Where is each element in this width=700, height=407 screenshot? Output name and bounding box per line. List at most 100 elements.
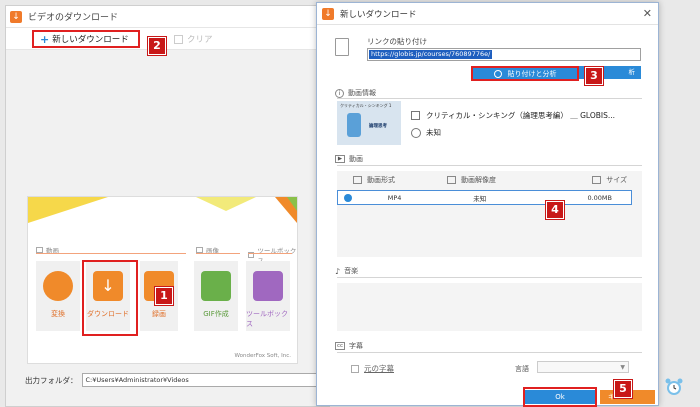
output-folder-label: 出力フォルダ： xyxy=(25,375,78,385)
category-divider xyxy=(248,253,292,254)
new-download-label: 新しいダウンロード xyxy=(52,35,129,45)
video-title-row: クリティカル・シンキング（論理思考編） ＿ GLOBIS... xyxy=(411,110,615,121)
url-input[interactable]: https://globis.jp/courses/76089776e/ xyxy=(367,48,641,61)
convert-icon xyxy=(43,271,73,301)
video-section: ▶ 動画 xyxy=(335,154,363,164)
decor-triangle xyxy=(196,197,256,211)
header-size-label: サイズ xyxy=(606,176,627,184)
tile-toolbox-label: ツールボックス xyxy=(246,310,288,328)
ok-button-highlight xyxy=(523,387,597,407)
toolbox-tile-icon xyxy=(253,271,283,301)
output-folder-input[interactable]: C:¥Users¥Administrator¥Videos xyxy=(81,373,322,387)
new-download-button[interactable]: + 新しいダウンロード xyxy=(32,30,140,48)
info-icon: i xyxy=(335,88,344,98)
paste-link-label: リンクの貼り付け xyxy=(367,37,427,46)
step-badge-4: 4 xyxy=(545,200,565,220)
music-icon: ♪ xyxy=(335,266,341,276)
video-duration-row: 未知 xyxy=(411,127,441,138)
main-toolbar: + 新しいダウンロード クリア xyxy=(6,28,329,50)
search-icon xyxy=(493,69,502,78)
document-icon xyxy=(411,111,420,120)
video-info-section: i 動画情報 xyxy=(335,88,376,98)
gif-icon xyxy=(201,271,231,301)
dialog-title-bar: ↓ 新しいダウンロード xyxy=(317,3,658,25)
main-title-bar: ↓ ビデオのダウンロード xyxy=(6,6,329,28)
row-resolution: 未知 xyxy=(473,194,487,203)
audio-section: ♪ 音楽 xyxy=(335,266,358,276)
brand-label: WonderFox Soft, Inc. xyxy=(234,353,292,359)
clock-icon xyxy=(411,127,421,138)
video-title: クリティカル・シンキング（論理思考編） ＿ GLOBIS... xyxy=(426,111,615,120)
step-badge-1: 1 xyxy=(154,286,174,306)
link-document-icon xyxy=(335,38,349,56)
new-download-dialog: ↓ 新しいダウンロード ✕ リンクの貼り付け https://globis.jp… xyxy=(316,2,659,407)
video-duration: 未知 xyxy=(426,128,441,137)
tile-convert[interactable]: 変換 xyxy=(36,261,80,331)
close-icon[interactable]: ✕ xyxy=(643,7,652,20)
tile-record-label: 録画 xyxy=(152,310,166,318)
checkmark-icon[interactable] xyxy=(344,193,352,202)
decor-triangle xyxy=(287,197,297,211)
download-tile-highlight xyxy=(82,260,138,336)
category-divider xyxy=(36,253,186,254)
tile-gif-label: GIF作成 xyxy=(203,310,229,318)
header-format: 動画形式 xyxy=(337,175,447,185)
tile-convert-label: 変換 xyxy=(51,310,65,318)
section-divider xyxy=(337,98,642,99)
chevron-down-icon: ▼ xyxy=(620,364,625,371)
main-window-title: ビデオのダウンロード xyxy=(28,13,119,23)
section-divider xyxy=(337,352,642,353)
video-format-table: 動画形式 動画解像度 サイズ MP4 未知 0.00MB xyxy=(337,171,642,257)
original-subtitle-option[interactable]: 元の字幕 xyxy=(351,363,394,374)
video-thumbnail: クリティカル・シンキング 1 論理思考 xyxy=(337,101,401,145)
language-select[interactable]: ▼ xyxy=(537,361,629,373)
subtitle-section-label: 字幕 xyxy=(349,342,363,350)
header-resolution-label: 動画解像度 xyxy=(461,176,496,184)
thumbnail-figure xyxy=(347,113,361,137)
format-icon xyxy=(353,176,362,184)
cc-icon: cc xyxy=(335,342,345,350)
table-row[interactable]: MP4 未知 0.00MB xyxy=(337,190,632,205)
original-subtitle-label: 元の字幕 xyxy=(364,364,394,373)
clear-icon xyxy=(174,34,183,44)
size-icon xyxy=(592,176,602,184)
step-badge-3: 3 xyxy=(584,66,604,86)
section-divider xyxy=(337,277,642,278)
url-value: https://globis.jp/courses/76089776e/ xyxy=(369,50,493,59)
clear-label: クリア xyxy=(187,35,213,45)
welcome-card: 動画 画像 ツールボックス 変換 ↓ ダウンロード 録画 GIF作成 ツールボッ… xyxy=(27,196,298,364)
paste-and-analyze-label: 貼り付けと分析 xyxy=(507,69,557,78)
header-format-label: 動画形式 xyxy=(367,176,395,184)
table-header: 動画形式 動画解像度 サイズ xyxy=(337,171,642,189)
row-format: MP4 xyxy=(387,193,402,202)
audio-section-label: 音楽 xyxy=(344,267,359,275)
section-divider xyxy=(337,165,642,166)
output-folder-row: 出力フォルダ： C:¥Users¥Administrator¥Videos xyxy=(25,373,322,387)
decor-triangle xyxy=(28,197,108,223)
clear-button[interactable]: クリア xyxy=(174,33,213,45)
alarm-clock-icon[interactable] xyxy=(664,377,684,397)
category-divider xyxy=(196,253,240,254)
dialog-title: 新しいダウンロード xyxy=(340,9,417,20)
tile-gif[interactable]: GIF作成 xyxy=(194,261,238,331)
header-resolution: 動画解像度 xyxy=(447,175,557,185)
audio-table xyxy=(337,283,642,331)
thumbnail-caption: クリティカル・シンキング 1 xyxy=(340,103,392,108)
download-app-icon: ↓ xyxy=(10,10,22,23)
subtitle-section: cc 字幕 xyxy=(335,341,363,351)
step-badge-5: 5 xyxy=(613,379,633,399)
video-section-label: 動画 xyxy=(349,155,363,163)
step-badge-2: 2 xyxy=(147,36,167,56)
header-size: サイズ xyxy=(557,175,627,185)
video-info-label: 動画情報 xyxy=(348,89,376,97)
video-icon: ▶ xyxy=(335,155,345,163)
tile-toolbox[interactable]: ツールボックス xyxy=(246,261,290,331)
row-size: 0.00MB xyxy=(587,193,612,202)
resolution-icon xyxy=(447,176,456,184)
plus-icon: + xyxy=(40,32,50,46)
paste-and-analyze-button[interactable]: 貼り付けと分析 xyxy=(471,66,579,81)
thumbnail-text: 論理思考 xyxy=(369,124,387,129)
download-app-icon: ↓ xyxy=(322,7,334,20)
language-label: 言語 xyxy=(515,365,529,373)
original-subtitle-checkbox[interactable] xyxy=(351,364,359,373)
